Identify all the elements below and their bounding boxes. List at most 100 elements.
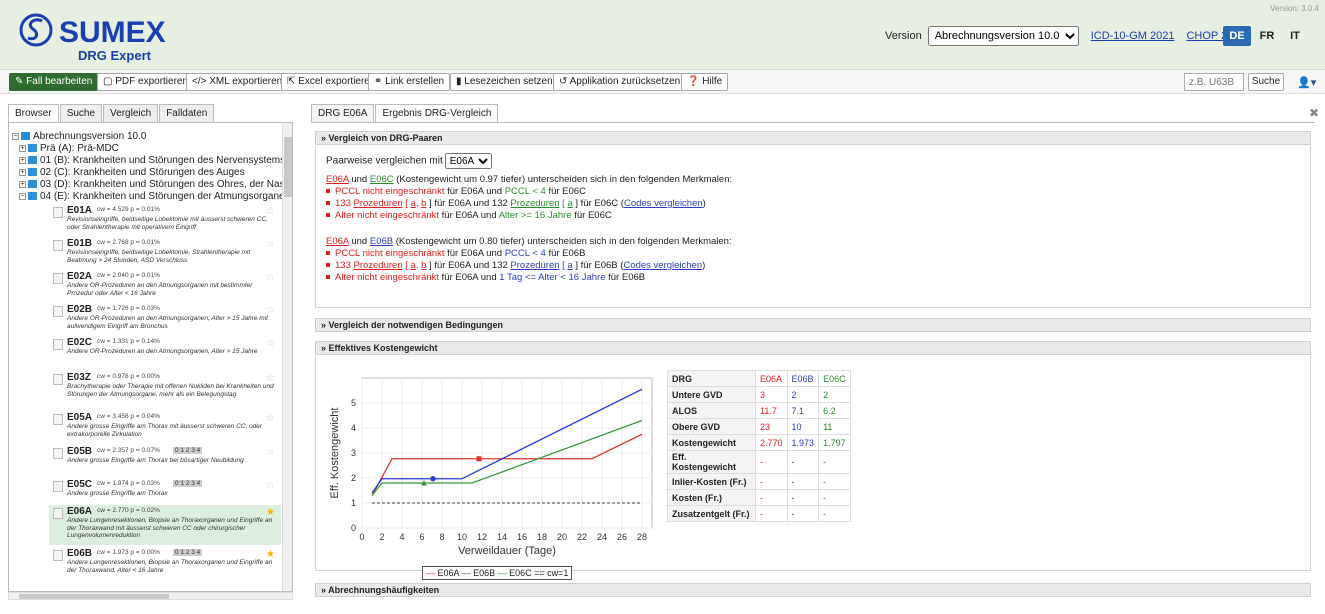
section-title: Vergleich von DRG-Paaren bbox=[328, 133, 443, 143]
star-icon[interactable]: ☆ bbox=[266, 338, 275, 349]
drg-link[interactable]: E06B bbox=[370, 236, 393, 247]
text: für E06A und bbox=[439, 272, 500, 283]
folder-icon bbox=[28, 144, 37, 153]
tab-vergleich[interactable]: Vergleich bbox=[103, 104, 159, 122]
star-icon[interactable]: ☆ bbox=[266, 447, 275, 458]
tree-label: Prä (A): Prä-MDC bbox=[40, 143, 119, 154]
lang-fr-button[interactable]: FR bbox=[1253, 26, 1281, 46]
search-button[interactable]: Suche bbox=[1248, 73, 1284, 91]
x-tick-label: 24 bbox=[597, 532, 607, 542]
star-icon[interactable]: ☆ bbox=[266, 239, 275, 250]
compare-codes-link[interactable]: Codes vergleichen bbox=[623, 260, 702, 271]
compare-codes-link[interactable]: Codes vergleichen bbox=[624, 198, 703, 209]
lesezeichen-button[interactable]: ▮ Lesezeichen setzen bbox=[450, 73, 559, 91]
drg-item-e01b[interactable]: E01B cw = 2.768 p = 0.01% Revisionseingrif… bbox=[49, 237, 281, 269]
tab-suche[interactable]: Suche bbox=[59, 104, 103, 122]
x-tick-label: 18 bbox=[537, 532, 547, 542]
row-label: Inlier-Kosten (Fr.) bbox=[667, 473, 756, 490]
star-icon[interactable]: ☆ bbox=[266, 373, 275, 384]
section-header-billing-frequency[interactable]: » Abrechnungshäufigkeiten bbox=[315, 583, 1311, 597]
table-row: Obere GVD 23 10 11 bbox=[667, 418, 851, 435]
hilfe-button[interactable]: ❓ Hilfe bbox=[681, 73, 729, 91]
document-icon bbox=[53, 481, 63, 492]
drg-item-e05b[interactable]: E05B cw = 2.357 p = 0.07% 0 1 2 3 4 Andere … bbox=[49, 445, 281, 475]
drg-link[interactable]: E06C bbox=[370, 174, 394, 185]
bullet-icon bbox=[326, 213, 330, 218]
procedures-link[interactable]: Prozeduren bbox=[510, 260, 559, 271]
text: 133 bbox=[335, 260, 354, 271]
sumex-logo[interactable]: SUMEX DRG Expert bbox=[16, 8, 276, 64]
scrollbar-thumb[interactable] bbox=[284, 137, 292, 197]
version-select[interactable]: Abrechnungsversion 10.0 bbox=[927, 26, 1079, 46]
text: für E06C bbox=[545, 186, 586, 197]
tab-falldaten[interactable]: Falldaten bbox=[159, 104, 215, 122]
collapse-toggle[interactable]: − bbox=[12, 132, 19, 140]
tab-browser[interactable]: Browser bbox=[8, 104, 59, 122]
table-cell: 11.7 bbox=[755, 402, 788, 419]
lang-de-button[interactable]: DE bbox=[1223, 26, 1251, 46]
procedures-link[interactable]: Prozeduren bbox=[354, 260, 403, 271]
drg-description: Andere Lungenresektionen, Biopsie an Tho… bbox=[67, 517, 273, 539]
tree-node-mdc04[interactable]: − 04 (E): Krankheiten und Störungen der A… bbox=[19, 191, 292, 202]
tree-node-root[interactable]: − Abrechnungsversion 10.0 bbox=[12, 131, 146, 142]
tab-ergebnis-vergleich[interactable]: Ergebnis DRG-Vergleich bbox=[375, 104, 499, 122]
drg-item-e02c[interactable]: E02C cw = 1.331 p = 0.14% Andere OR-Prozed… bbox=[49, 336, 281, 368]
star-icon[interactable]: ☆ bbox=[266, 206, 275, 217]
drg-item-e03z[interactable]: E03Z cw = 0.978 p = 0.00% Brachytherapie o… bbox=[49, 371, 281, 409]
expand-toggle[interactable]: + bbox=[19, 144, 26, 152]
drg-item-e06a[interactable]: E06A cw = 2.770 p = 0.02% Andere Lungenres… bbox=[49, 505, 281, 545]
drg-item-e02b[interactable]: E02B cw = 1.726 p = 0.03% Andere OR-Prozed… bbox=[49, 303, 281, 335]
drg-meta: cw = 3.458 p = 0.04% bbox=[97, 413, 160, 420]
star-icon[interactable]: ☆ bbox=[266, 480, 275, 491]
drg-item-e06b[interactable]: E06B cw = 1.973 p = 0.00% 0 1 2 3 4 Andere … bbox=[49, 547, 281, 579]
drg-description: Andere OR-Prozeduren an den Atmungsorgan… bbox=[67, 315, 268, 330]
icd-link[interactable]: ICD-10-GM 2021 bbox=[1091, 30, 1175, 42]
user-icon[interactable]: 👤▾ bbox=[1297, 76, 1316, 89]
expand-toggle[interactable]: + bbox=[19, 180, 26, 188]
drg-item-e05a[interactable]: E05A cw = 3.458 p = 0.04% Andere grosse Ei… bbox=[49, 411, 281, 441]
section-header-eff-cw[interactable]: » Effektives Kostengewicht bbox=[315, 341, 1311, 355]
tree-node-pra[interactable]: + Prä (A): Prä-MDC bbox=[19, 143, 119, 154]
star-icon[interactable]: ☆ bbox=[266, 413, 275, 424]
star-icon[interactable]: ★ bbox=[266, 507, 275, 518]
drg-link[interactable]: E06A bbox=[326, 174, 349, 185]
code-icon: </> bbox=[192, 76, 210, 87]
lang-it-button[interactable]: IT bbox=[1281, 26, 1309, 46]
expand-toggle[interactable]: + bbox=[19, 168, 26, 176]
reset-button[interactable]: ↺ Applikation zurücksetzen bbox=[553, 73, 687, 91]
tab-drg-e06a[interactable]: DRG E06A bbox=[311, 104, 375, 122]
collapse-toggle[interactable]: − bbox=[19, 192, 26, 200]
star-icon[interactable]: ☆ bbox=[266, 272, 275, 283]
star-icon[interactable]: ☆ bbox=[266, 305, 275, 316]
xml-export-button[interactable]: </> XML exportieren bbox=[186, 73, 289, 91]
tree-label: 02 (C): Krankheiten und Störungen des Au… bbox=[40, 167, 245, 178]
drg-item-e01a[interactable]: E01A cw = 4.529 p = 0.01% Revisionseingrif… bbox=[49, 204, 281, 236]
tree-node-mdc03[interactable]: +03 (D): Krankheiten und Störungen des O… bbox=[19, 179, 292, 190]
drg-item-e02a[interactable]: E02A cw = 2.040 p = 0.01% Andere OR-Prozed… bbox=[49, 270, 281, 302]
section-header-drg-pairs[interactable]: » Vergleich von DRG-Paaren bbox=[315, 131, 1311, 145]
star-icon[interactable]: ★ bbox=[266, 549, 275, 560]
excel-export-button[interactable]: ⇱ Excel exportieren bbox=[281, 73, 382, 91]
scrollbar-thumb[interactable] bbox=[19, 594, 169, 599]
x-tick-label: 4 bbox=[399, 532, 404, 542]
expand-toggle[interactable]: + bbox=[19, 156, 26, 164]
drg-link[interactable]: E06A bbox=[326, 236, 349, 247]
link-erstellen-button[interactable]: ⚭ Link erstellen bbox=[368, 73, 451, 91]
compare-select[interactable]: E06A bbox=[444, 153, 492, 169]
section-header-conditions[interactable]: » Vergleich der notwendigen Bedingungen bbox=[315, 318, 1311, 332]
tree-node-mdc01[interactable]: +01 (B): Krankheiten und Störungen des N… bbox=[19, 155, 285, 166]
procedures-link[interactable]: Prozeduren bbox=[354, 198, 403, 209]
tree-node-mdc02[interactable]: +02 (C): Krankheiten und Störungen des A… bbox=[19, 167, 245, 178]
folder-icon bbox=[28, 192, 37, 201]
pair2-row3: Alter nicht eingeschränkt für E06A und 1… bbox=[326, 272, 645, 283]
tree-horizontal-scrollbar[interactable] bbox=[8, 592, 293, 600]
drg-search-input[interactable] bbox=[1184, 73, 1244, 91]
document-icon bbox=[53, 374, 63, 385]
tree-vertical-scrollbar[interactable] bbox=[282, 123, 292, 591]
fall-bearbeiten-button[interactable]: ✎ Fall bearbeiten bbox=[9, 73, 99, 91]
text: Alter nicht eingeschränkt bbox=[335, 272, 440, 283]
drg-item-e05c[interactable]: E05C cw = 1.974 p = 0.03% 0 1 2 3 4 Andere … bbox=[49, 478, 281, 502]
pdf-export-button[interactable]: ▢ PDF exportieren bbox=[97, 73, 195, 91]
procedures-link[interactable]: Prozeduren bbox=[510, 198, 559, 209]
close-icon[interactable]: ✖ bbox=[1309, 106, 1319, 120]
